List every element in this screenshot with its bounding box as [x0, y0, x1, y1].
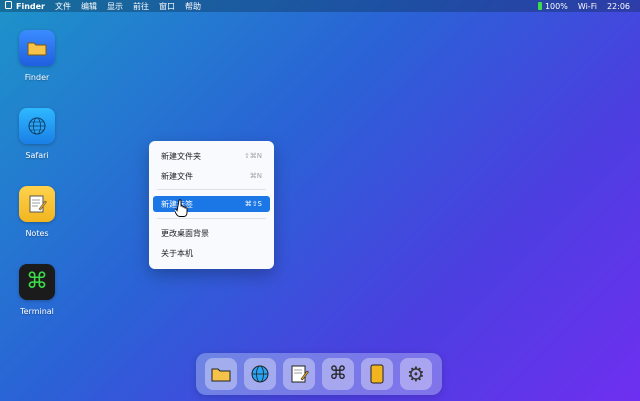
clock[interactable]: 22:06 — [607, 2, 630, 11]
menu-file[interactable]: 文件 — [55, 1, 71, 12]
dock: ⌘ ⚙ — [196, 353, 442, 395]
dock-phone-icon[interactable] — [361, 358, 393, 390]
menu-item-new-tab[interactable]: 新建标签 ⌘⇧S — [153, 196, 270, 212]
menu-item-new-folder[interactable]: 新建文件夹 ⇧⌘N — [153, 148, 270, 164]
menu-item-new-file[interactable]: 新建文件 ⌘N — [153, 168, 270, 184]
battery-icon — [537, 2, 542, 10]
menu-item-shortcut: ⌘⇧S — [244, 200, 262, 208]
menu-edit[interactable]: 编辑 — [81, 1, 97, 12]
folder-icon — [19, 30, 55, 66]
menu-item-label: 关于本机 — [161, 248, 193, 258]
desktop-icon-notes[interactable]: Notes — [14, 186, 60, 238]
dock-gear-icon[interactable]: ⚙ — [400, 358, 432, 390]
desktop-icon-finder[interactable]: Finder — [14, 30, 60, 82]
battery-percent: 100% — [544, 1, 568, 11]
menu-item-shortcut: ⌘N — [249, 172, 262, 180]
menu-help[interactable]: 帮助 — [185, 1, 201, 12]
battery-status[interactable]: 100% — [537, 1, 568, 11]
dock-notepad-icon[interactable] — [283, 358, 315, 390]
desktop-context-menu: 新建文件夹 ⇧⌘N 新建文件 ⌘N 新建标签 ⌘⇧S 更改桌面背景 关于本机 — [149, 141, 274, 269]
wifi-status[interactable]: Wi-Fi — [578, 2, 597, 11]
menu-app-name[interactable]: Finder — [16, 2, 45, 11]
menu-item-label: 更改桌面背景 — [161, 228, 209, 238]
status-area: 100% Wi-Fi 22:06 — [537, 1, 640, 11]
desktop-icon-terminal[interactable]: ⌘ Terminal — [14, 264, 60, 316]
apple-logo-icon[interactable] — [0, 1, 16, 11]
menu-view[interactable]: 显示 — [107, 1, 123, 12]
desktop-icon-label: Notes — [25, 229, 49, 238]
globe-icon — [19, 108, 55, 144]
desktop-icon-label: Terminal — [20, 307, 54, 316]
desktop-icon-safari[interactable]: Safari — [14, 108, 60, 160]
menu-bar: Finder 文件 编辑 显示 前往 窗口 帮助 100% Wi-Fi 22:0… — [0, 0, 640, 12]
menu-item-change-wallpaper[interactable]: 更改桌面背景 — [153, 225, 270, 241]
menu-separator — [157, 189, 266, 190]
menu-go[interactable]: 前往 — [133, 1, 149, 12]
dock-globe-icon[interactable] — [244, 358, 276, 390]
desktop-icon-label: Safari — [25, 151, 49, 160]
command-icon: ⌘ — [19, 264, 55, 300]
notepad-icon — [19, 186, 55, 222]
hand-cursor-icon — [173, 199, 189, 221]
dock-command-icon[interactable]: ⌘ — [322, 358, 354, 390]
menu-window[interactable]: 窗口 — [159, 1, 175, 12]
menu-item-label: 新建文件 — [161, 171, 193, 181]
menu-separator — [157, 218, 266, 219]
desktop-icon-label: Finder — [24, 73, 50, 82]
menu-item-shortcut: ⇧⌘N — [243, 152, 262, 160]
menu-item-about[interactable]: 关于本机 — [153, 245, 270, 261]
dock-folder-icon[interactable] — [205, 358, 237, 390]
menu-item-label: 新建文件夹 — [161, 151, 201, 161]
